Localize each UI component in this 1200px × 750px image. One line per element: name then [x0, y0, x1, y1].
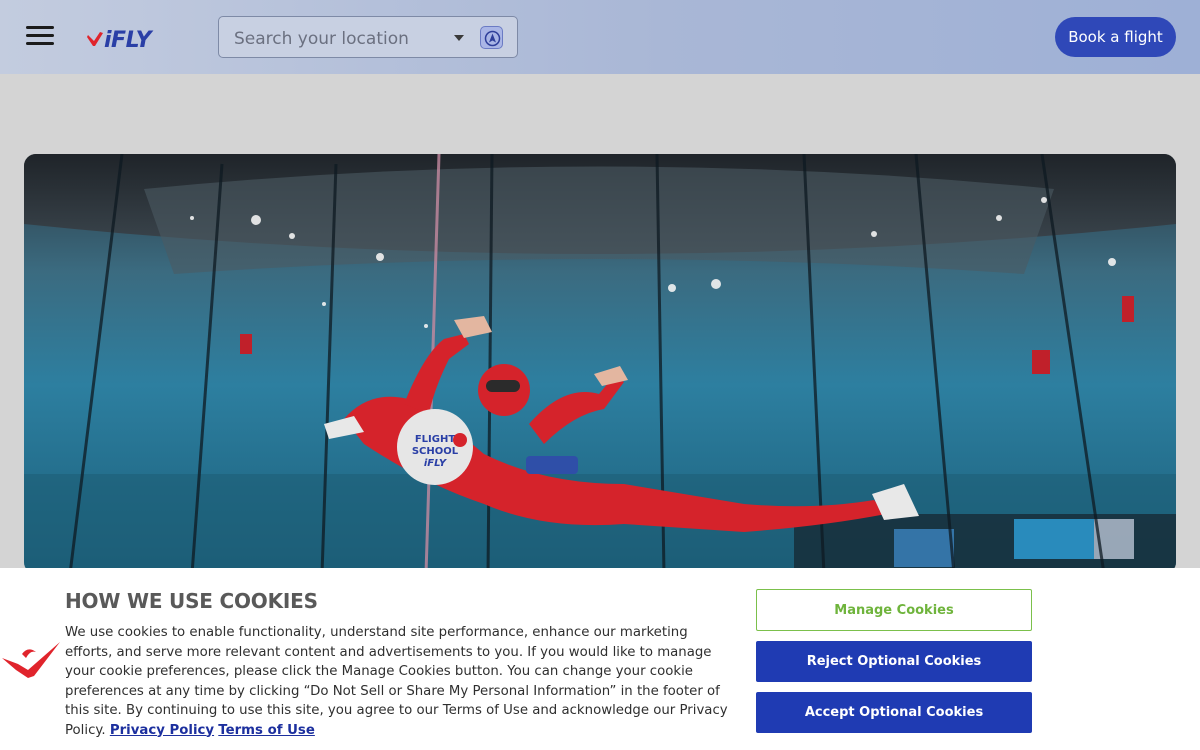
cookie-body: We use cookies to enable functionality, …	[65, 623, 730, 740]
privacy-policy-link[interactable]: Privacy Policy	[110, 723, 214, 738]
book-flight-button[interactable]: Book a flight	[1055, 17, 1176, 57]
cookie-title: HOW WE USE COOKIES	[65, 589, 318, 613]
terms-of-use-link[interactable]: Terms of Use	[218, 723, 315, 738]
locate-me-button[interactable]	[480, 26, 503, 49]
hamburger-menu-icon[interactable]	[26, 26, 54, 48]
ifly-bird-logo-icon	[2, 642, 60, 678]
hero-video[interactable]: FLIGHT SCHOOL iFLY	[24, 154, 1176, 574]
navigation-icon	[484, 30, 501, 47]
flight-school-badge: FLIGHT SCHOOL iFLY	[397, 409, 473, 485]
search-input[interactable]: Search your location	[234, 29, 409, 49]
logo-text: iFLY	[104, 28, 154, 50]
hero-image: FLIGHT SCHOOL iFLY	[24, 154, 1176, 574]
ifly-logo[interactable]: iFLY	[86, 26, 188, 50]
manage-cookies-button[interactable]: Manage Cookies	[756, 589, 1032, 631]
svg-text:FLIGHT: FLIGHT	[415, 434, 456, 445]
svg-text:iFLY: iFLY	[424, 458, 448, 469]
accept-optional-cookies-button[interactable]: Accept Optional Cookies	[756, 692, 1032, 733]
location-search[interactable]: Search your location	[218, 16, 518, 58]
svg-text:SCHOOL: SCHOOL	[412, 446, 459, 457]
cookie-body-text: We use cookies to enable functionality, …	[65, 625, 728, 738]
site-header: iFLY Search your location Book a flight	[0, 0, 1200, 74]
reject-optional-cookies-button[interactable]: Reject Optional Cookies	[756, 641, 1032, 682]
chevron-down-icon[interactable]	[454, 35, 464, 41]
